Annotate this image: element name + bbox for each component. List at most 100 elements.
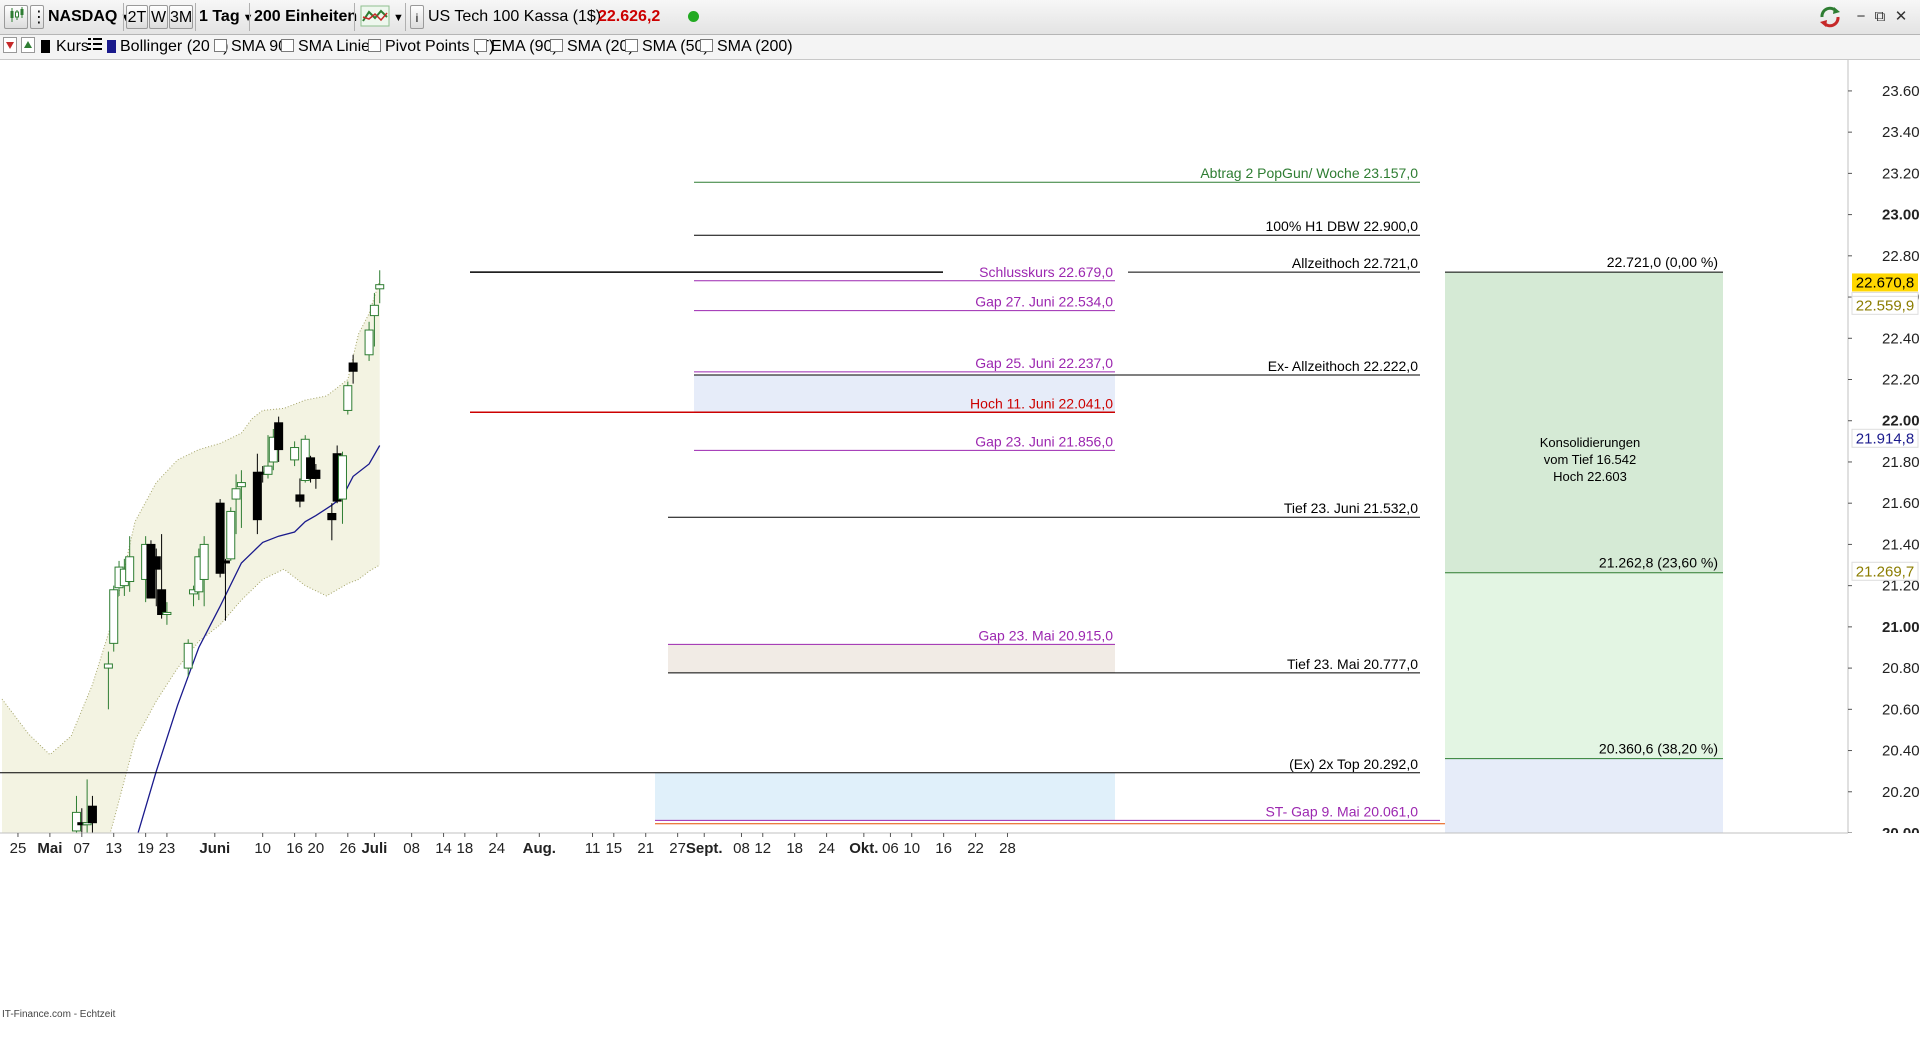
xtick-label: 23 (159, 840, 176, 857)
candle-body (369, 304, 379, 317)
xtick-label: 24 (488, 840, 505, 857)
indicator-label: SMA 90 (231, 38, 288, 55)
fib-note: Hoch 22.603 (1553, 469, 1627, 484)
arrow-up-icon[interactable] (21, 37, 37, 57)
fib-note: Konsolidierungen (1540, 435, 1640, 450)
candle-body (151, 556, 161, 570)
xtick-label: 10 (903, 840, 920, 857)
bollinger-color-icon (107, 40, 116, 53)
level-label: 100% H1 DBW 22.900,0 (1265, 218, 1418, 234)
checkbox[interactable] (625, 39, 638, 52)
candle (109, 585, 119, 652)
candle-body (311, 469, 321, 479)
ytick-label: 22.400 (1882, 330, 1920, 347)
fibonacci-box: 22.721,0 (0,00 %) 21.262,8 (23,60 %) 20.36… (1445, 254, 1723, 833)
candle-body (327, 512, 337, 521)
gap-zone (668, 644, 1115, 673)
indicator-sma-20[interactable]: SMA (20) (550, 37, 634, 57)
checkbox[interactable] (214, 39, 227, 52)
xtick-label: Aug. (523, 840, 556, 857)
level-label: Gap 23. Mai 20.915,0 (978, 627, 1113, 643)
candle-body (290, 447, 300, 461)
candle-body (343, 385, 353, 411)
xtick-label: Mai (37, 840, 62, 857)
kurs-color-icon (41, 37, 53, 57)
checkbox[interactable] (550, 39, 563, 52)
ytick-label: 22.800 (1882, 248, 1920, 265)
chart-type-candles-icon[interactable] (4, 5, 28, 29)
candle-body (337, 455, 347, 500)
xtick-label: 07 (73, 840, 90, 857)
xtick-label: 18 (786, 840, 803, 857)
price-tag-label: 22.559,9 (1856, 297, 1914, 314)
candle-body (231, 488, 241, 500)
level-label: Ex- Allzeithoch 22.222,0 (1268, 358, 1418, 374)
restore-icon[interactable]: ⧉ (1872, 8, 1888, 26)
fib-label: 21.262,8 (23,60 %) (1599, 555, 1718, 571)
indicator-kurs[interactable]: Kurs (56, 37, 89, 57)
xtick-label: 13 (105, 840, 122, 857)
checkbox[interactable] (474, 39, 487, 52)
symbol-list-icon[interactable]: ⋮ (30, 5, 47, 29)
price-tag-label: 21.269,7 (1856, 563, 1914, 580)
list-icon[interactable] (88, 37, 104, 57)
watermark: IT-Finance.com - Echtzeit (2, 1009, 116, 1020)
xtick-label: 11 (585, 840, 601, 857)
ytick-label: 22.000 (1882, 413, 1920, 430)
indicator-label: SMA (50) (642, 38, 709, 55)
ytick-label: 21.600 (1882, 495, 1920, 512)
candle-body (162, 611, 172, 615)
price-tag-label: 22.670,8 (1856, 274, 1914, 291)
period-button-w[interactable]: W (149, 5, 168, 29)
xtick-label: 22 (967, 840, 984, 857)
candle-body (199, 543, 209, 580)
fib-zone (1445, 272, 1723, 573)
xtick-label: 12 (754, 840, 771, 857)
candle-body (157, 589, 167, 615)
indicator-sma-linien[interactable]: SMA Linien (281, 37, 379, 57)
indicator-sma-50[interactable]: SMA (50) (625, 37, 709, 57)
ytick-label: 23.200 (1882, 165, 1920, 182)
checkbox[interactable] (368, 39, 381, 52)
indicator-sma-90[interactable]: SMA 90 (214, 37, 287, 57)
indicator-bollinger[interactable]: Bollinger (20 2) (107, 37, 229, 57)
indicator-ema-90[interactable]: EMA (90) (474, 37, 558, 57)
interval-select[interactable]: 1 Tag▼ (199, 5, 254, 29)
checkbox[interactable] (700, 39, 713, 52)
chevron-down-icon: ▼ (393, 12, 404, 24)
level-label: Hoch 11. Juni 22.041,0 (970, 395, 1113, 411)
ytick-label: 21.800 (1882, 454, 1920, 471)
status-dot-icon (688, 11, 699, 22)
fib-label: 20.360,6 (38,20 %) (1599, 741, 1718, 757)
xtick-label: 27 (669, 840, 686, 857)
level-label: Allzeithoch 22.721,0 (1292, 255, 1418, 271)
period-button-3m[interactable]: 3M (169, 5, 193, 29)
ytick-label: 21.000 (1882, 619, 1920, 636)
level-label: (Ex) 2x Top 20.292,0 (1289, 756, 1418, 772)
minimize-icon[interactable]: − (1853, 8, 1869, 26)
level-label: Gap 25. Juni 22.237,0 (975, 355, 1113, 371)
xtick-label: 21 (637, 840, 654, 857)
symbol-label: NASDAQ (48, 8, 118, 25)
interval-label: 1 Tag (199, 8, 240, 25)
checkbox[interactable] (281, 39, 294, 52)
symbol-select[interactable]: NASDAQ▼ (48, 5, 131, 29)
indicator-label: SMA Linien (298, 38, 379, 55)
level-label: Tief 23. Juni 21.532,0 (1284, 500, 1418, 516)
xtick-label: 15 (605, 840, 622, 857)
close-icon[interactable]: ✕ (1893, 8, 1909, 26)
xtick-label: 10 (254, 840, 271, 857)
candle-body (295, 494, 305, 502)
xtick-label: Okt. (849, 840, 878, 857)
period-button-2t[interactable]: 2T (126, 5, 148, 29)
candle-body (274, 422, 284, 451)
indicator-sma-200[interactable]: SMA (200) (700, 37, 793, 57)
info-icon[interactable]: i (410, 5, 424, 29)
candle-body (348, 362, 358, 372)
chart-style-select[interactable]: ▼ (360, 5, 406, 29)
arrow-down-icon[interactable] (3, 37, 19, 57)
refresh-icon[interactable] (1818, 5, 1844, 29)
indicator-label: Bollinger (20 2) (120, 38, 229, 55)
xtick-label: 25 (10, 840, 27, 857)
price-chart[interactable]: Abtrag 2 PopGun/ Woche 23.157,0 100% H1 D… (0, 60, 1920, 1045)
